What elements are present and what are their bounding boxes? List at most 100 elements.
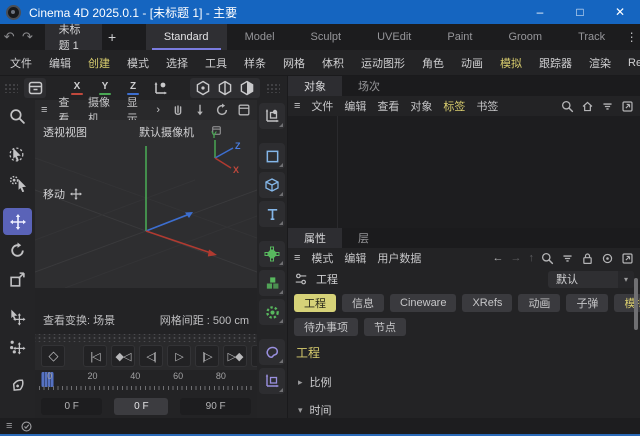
close-button[interactable]: ✕ [600,0,640,24]
next-key-button[interactable]: ▷◆ [223,345,247,367]
range-end-field[interactable]: 90 F [180,398,251,415]
coordinate-system-icon[interactable] [150,78,172,98]
menu-select[interactable]: 选择 [166,55,188,71]
om-filter-icon[interactable] [601,100,614,113]
om-hamburger-icon[interactable]: ≡ [294,100,300,112]
spline-rectangle-icon[interactable] [259,143,285,169]
cube-primitive-icon[interactable] [259,172,285,198]
menu-simulate[interactable]: 模拟 [500,55,522,71]
menu-spline[interactable]: 样条 [244,55,266,71]
am-hamburger-icon[interactable]: ≡ [294,252,300,264]
menu-file[interactable]: 文件 [10,55,32,71]
tab-layout-standard[interactable]: Standard [146,24,227,50]
object-list[interactable] [288,116,640,228]
asset-box-icon[interactable] [24,78,46,98]
om-home-icon[interactable] [581,100,594,113]
z-axis-lock-button[interactable]: Z [122,81,144,95]
play-button[interactable]: ▷ [167,345,191,367]
tab-objects[interactable]: 对象 [288,76,342,96]
chip-cineware[interactable]: Cineware [390,294,456,312]
edges-mode-icon[interactable] [214,78,236,98]
om-detach-icon[interactable] [621,100,634,113]
am-back-icon[interactable]: ← [493,252,504,264]
menu-redshift[interactable]: Redshift [628,57,640,69]
am-menu-userdata[interactable]: 用户数据 [377,250,421,266]
viewport-pan-icon[interactable] [171,103,185,117]
chip-bullet[interactable]: 子弹 [566,294,608,312]
om-menu-object[interactable]: 对象 [410,98,432,114]
am-detach-icon[interactable] [621,252,634,265]
transform-tool-icon[interactable] [3,304,32,331]
chip-info[interactable]: 信息 [342,294,384,312]
spline-pen-tool-icon[interactable] [3,371,32,398]
find-tool-icon[interactable] [3,103,32,130]
minimize-button[interactable]: – [520,0,560,24]
menu-tracker[interactable]: 跟踪器 [539,55,572,71]
menu-mesh[interactable]: 网格 [283,55,305,71]
om-menu-edit[interactable]: 编辑 [344,98,366,114]
am-track-icon[interactable] [601,252,614,265]
menu-edit[interactable]: 编辑 [49,55,71,71]
viewport-hamburger-icon[interactable]: ≡ [41,104,47,116]
chip-project[interactable]: 工程 [294,294,336,312]
tweak-tool-icon[interactable] [3,170,32,197]
om-menu-tags[interactable]: 标签 [443,98,465,114]
am-menu-mode[interactable]: 模式 [311,250,333,266]
menu-character[interactable]: 角色 [422,55,444,71]
chip-todo[interactable]: 待办事项 [294,318,358,336]
workplane-icon[interactable] [259,368,285,394]
om-menu-view[interactable]: 查看 [377,98,399,114]
motext-icon[interactable] [259,201,285,227]
menu-tools[interactable]: 工具 [205,55,227,71]
prev-key-button[interactable]: ◆◁ [111,345,135,367]
mode-sliders-icon[interactable] [294,272,308,286]
range-start-field[interactable]: 0 F [41,398,102,415]
undo-icon[interactable]: ↶ [0,24,18,50]
prev-frame-button[interactable]: ◁| [139,345,163,367]
cloner-icon[interactable] [259,270,285,296]
menu-animate[interactable]: 动画 [461,55,483,71]
tab-layout-groom[interactable]: Groom [490,24,560,50]
tab-layout-track[interactable]: Track [560,24,623,50]
om-menu-file[interactable]: 文件 [311,98,333,114]
polygons-mode-icon[interactable] [236,78,258,98]
viewport-toggle-icon[interactable] [237,103,251,117]
layout-overflow-icon[interactable]: ⋮ [623,24,640,50]
document-tab[interactable]: 未标题 1 [45,24,103,50]
am-lock-icon[interactable] [581,252,594,265]
axis-edit-icon[interactable] [259,103,285,129]
record-keyframe-button[interactable]: ◇ [41,345,65,367]
menu-render[interactable]: 渲染 [589,55,611,71]
tab-attributes[interactable]: 属性 [288,228,342,248]
menu-volume[interactable]: 体积 [322,55,344,71]
tab-takes[interactable]: 场次 [342,76,396,96]
am-menu-edit[interactable]: 编辑 [344,250,366,266]
tab-layout-uvedit[interactable]: UVEdit [359,24,429,50]
y-axis-lock-button[interactable]: Y [94,81,116,95]
live-selection-icon[interactable] [3,141,32,168]
om-search-icon[interactable] [561,100,574,113]
maximize-button[interactable]: □ [560,0,600,24]
menu-mode[interactable]: 模式 [127,55,149,71]
multi-transform-tool-icon[interactable] [3,333,32,360]
chip-nodes[interactable]: 节点 [364,318,406,336]
tab-layout-model[interactable]: Model [227,24,293,50]
am-search-icon[interactable] [541,252,554,265]
volume-builder-icon[interactable] [259,339,285,365]
attribute-scrollbar[interactable] [634,278,638,330]
section-scale[interactable]: ▸ 比例 [288,369,640,393]
tab-layers[interactable]: 层 [342,228,385,248]
viewport-dolly-icon[interactable] [193,103,207,117]
scale-tool-icon[interactable] [3,266,32,293]
add-document-button[interactable]: + [102,24,122,50]
am-filter-icon[interactable] [561,252,574,265]
goto-start-button[interactable]: |◁ [83,345,107,367]
menu-create[interactable]: 创建 [88,55,110,71]
tab-layout-paint[interactable]: Paint [429,24,490,50]
chip-animation[interactable]: 动画 [518,294,560,312]
viewport-menu-more-icon[interactable]: › [156,104,160,116]
deformer-icon[interactable] [259,299,285,325]
move-tool-icon[interactable] [3,208,32,235]
timeline-ruler[interactable]: 0 20 40 60 80 [39,370,253,392]
points-mode-icon[interactable] [192,78,214,98]
